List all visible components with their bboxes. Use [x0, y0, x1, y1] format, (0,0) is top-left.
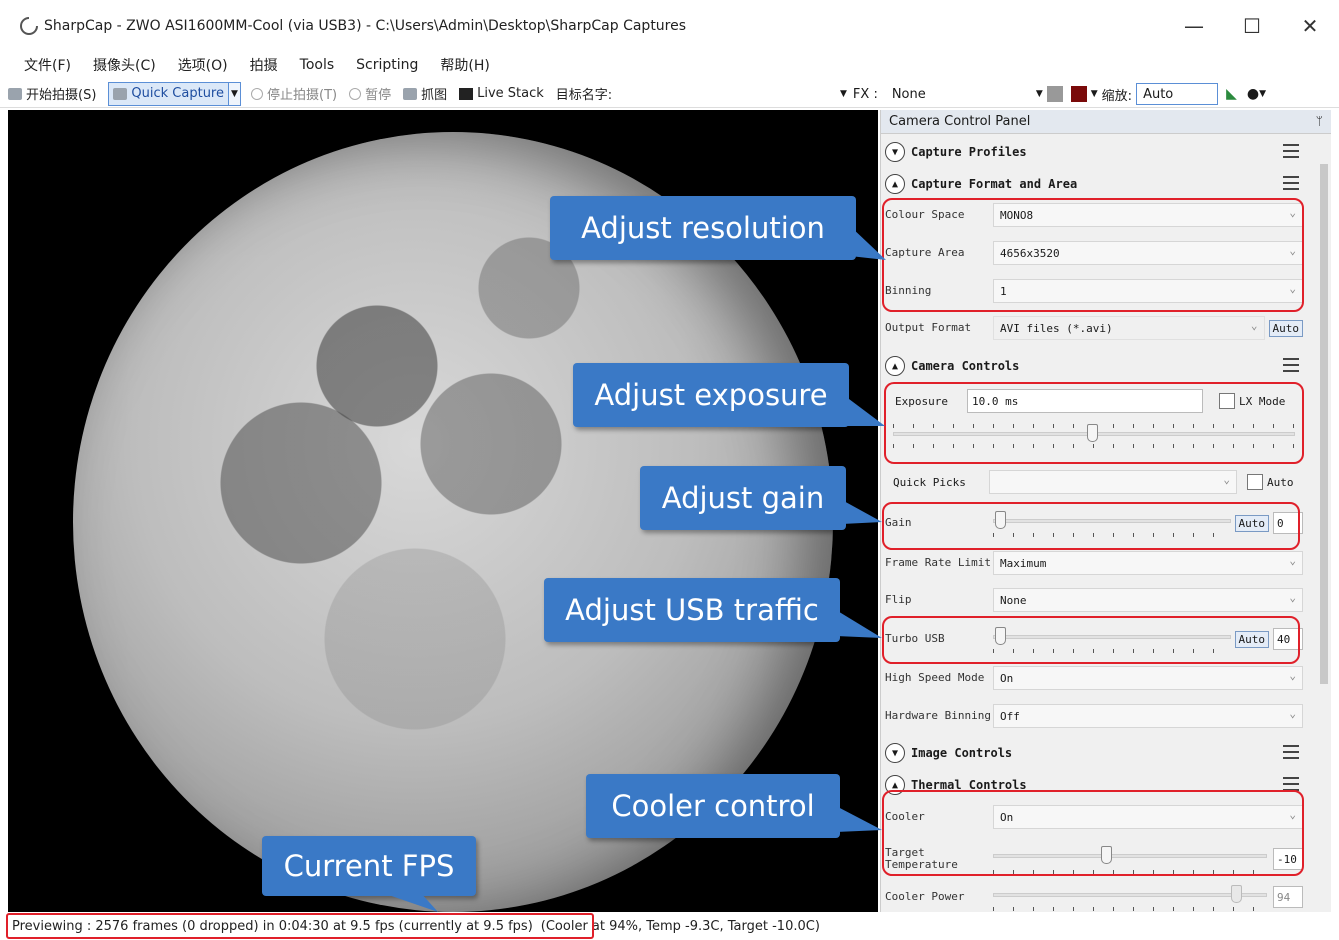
menu-options[interactable]: 选项(O) — [178, 55, 228, 75]
sharpcap-logo-icon — [20, 17, 38, 35]
start-capture-button[interactable]: 开始拍摄(S) — [8, 84, 96, 103]
output-format-row: Output Format AVI files (*.avi) Auto — [885, 313, 1303, 343]
fx-label: FX : — [852, 86, 878, 102]
quick-picks-auto-toggle[interactable]: Auto — [1247, 474, 1294, 490]
close-button[interactable]: ✕ — [1281, 0, 1339, 52]
menu-camera[interactable]: 摄像头(C) — [93, 55, 156, 75]
output-format-auto-button[interactable]: Auto — [1268, 319, 1303, 337]
snapshot-button[interactable]: 抓图 — [403, 84, 447, 103]
camera-icon — [113, 87, 128, 100]
menu-icon[interactable] — [1283, 358, 1299, 372]
toolbar: 开始拍摄(S) Quick Capture ▼ 停止拍摄(T) 暂停 抓图 Li… — [0, 80, 1339, 108]
chevron-down-icon[interactable]: ▼ — [1091, 89, 1098, 99]
frame-rate-select[interactable]: Maximum — [993, 551, 1303, 575]
stop-icon — [251, 87, 263, 100]
section-capture-format[interactable]: ▲ Capture Format and Area — [885, 170, 1305, 198]
highlight-cooler — [882, 790, 1304, 876]
callout-tail-fps — [380, 892, 438, 912]
collapse-icon[interactable]: ▲ — [885, 356, 905, 376]
callout-tail-exposure — [845, 396, 885, 426]
title-bar: SharpCap - ZWO ASI1600MM-Cool (via USB3)… — [0, 0, 1339, 52]
color-swatch-icon[interactable] — [1070, 86, 1087, 102]
output-format-select[interactable]: AVI files (*.avi) — [993, 316, 1265, 340]
callout-tail-cooler — [836, 806, 882, 832]
collapse-icon[interactable]: ▲ — [885, 174, 905, 194]
quick-picks-select[interactable] — [989, 470, 1237, 494]
callout-adjust-gain: Adjust gain — [640, 466, 846, 530]
expand-icon[interactable]: ▼ — [885, 142, 905, 162]
highlight-gain — [882, 502, 1300, 550]
callout-adjust-resolution: Adjust resolution — [550, 196, 856, 260]
callout-tail-gain — [842, 500, 882, 524]
menu-bar: 文件(F) 摄像头(C) 选项(O) 拍摄 Tools Scripting 帮助… — [0, 52, 1339, 78]
callout-adjust-usb-traffic: Adjust USB traffic — [544, 578, 840, 642]
quick-capture-dropdown[interactable]: ▼ — [229, 81, 241, 106]
quick-capture-button[interactable]: Quick Capture — [108, 81, 229, 106]
window-title: SharpCap - ZWO ASI1600MM-Cool (via USB3)… — [44, 18, 687, 34]
menu-tools[interactable]: Tools — [300, 57, 335, 73]
menu-help[interactable]: 帮助(H) — [440, 55, 489, 75]
menu-scripting[interactable]: Scripting — [356, 57, 418, 73]
highlight-resolution — [882, 198, 1304, 312]
chart-icon[interactable]: ◣ — [1226, 86, 1237, 102]
snapshot-icon — [403, 87, 418, 100]
expand-icon[interactable]: ▼ — [885, 743, 905, 763]
quick-picks-row: Quick Picks Auto — [893, 467, 1303, 497]
section-capture-profiles[interactable]: ▼ Capture Profiles — [885, 138, 1305, 166]
menu-icon[interactable] — [1283, 176, 1299, 190]
histogram-icon[interactable] — [1046, 86, 1063, 102]
callout-tail-usb — [836, 610, 882, 638]
flip-row: Flip None — [885, 585, 1303, 615]
highlight-exposure — [884, 382, 1304, 464]
zoom-label: 缩放: — [1101, 88, 1133, 104]
maximize-button[interactable]: ☐ — [1223, 0, 1281, 52]
pause-icon — [349, 87, 362, 100]
menu-icon[interactable] — [1283, 144, 1299, 158]
film-icon — [459, 87, 474, 100]
flip-select[interactable]: None — [993, 588, 1303, 612]
zoom-select[interactable]: Auto — [1136, 83, 1219, 105]
pause-button[interactable]: 暂停 — [349, 84, 391, 103]
pin-icon[interactable]: ᛘ — [1316, 114, 1323, 128]
callout-tail-resolution — [850, 226, 886, 260]
callout-current-fps: Current FPS — [262, 836, 476, 896]
chevron-down-icon[interactable]: ▼ — [1036, 89, 1043, 99]
menu-icon[interactable] — [1283, 745, 1299, 759]
menu-icon[interactable] — [1283, 777, 1299, 791]
menu-file[interactable]: 文件(F) — [24, 55, 71, 75]
section-image-controls[interactable]: ▼ Image Controls — [885, 739, 1305, 767]
panel-scrollbar[interactable] — [1317, 134, 1331, 912]
chevron-down-icon[interactable]: ▼ — [1259, 89, 1266, 99]
magnifier-icon[interactable]: ● — [1247, 86, 1259, 102]
section-camera-controls[interactable]: ▲ Camera Controls — [885, 352, 1305, 380]
camera-icon — [8, 87, 22, 100]
callout-cooler-control: Cooler control — [586, 774, 840, 838]
frame-rate-row: Frame Rate Limit Maximum — [885, 548, 1303, 578]
live-stack-button[interactable]: Live Stack — [459, 86, 544, 101]
callout-adjust-exposure: Adjust exposure — [573, 363, 849, 427]
panel-title: Camera Control Panel — [889, 114, 1031, 129]
panel-scroll-thumb[interactable] — [1320, 164, 1328, 684]
hardware-binning-row: Hardware Binning Off — [885, 701, 1303, 731]
stop-capture-button[interactable]: 停止拍摄(T) — [251, 84, 337, 103]
panel-header: Camera Control Panel ᛘ — [881, 110, 1331, 134]
window-controls: — ☐ ✕ — [1165, 0, 1339, 52]
target-name-label: 目标名字: — [555, 88, 613, 103]
high-speed-select[interactable]: On — [993, 666, 1303, 690]
menu-capture[interactable]: 拍摄 — [250, 55, 278, 75]
cooler-power-slider-thumb — [1231, 885, 1242, 903]
fx-toolbar-group: ▼ FX : None ▼ ▼ 缩放: Auto ◣ ● ▼ — [840, 80, 1266, 108]
highlight-usb — [882, 616, 1300, 664]
cooler-power-slider — [993, 883, 1267, 911]
hardware-binning-select[interactable]: Off — [993, 704, 1303, 728]
cooler-power-value: 94 — [1273, 886, 1303, 908]
quick-picks-auto-checkbox[interactable] — [1247, 474, 1263, 490]
highlight-fps — [6, 913, 594, 939]
high-speed-row: High Speed Mode On — [885, 663, 1303, 693]
cooler-power-row: Cooler Power 94 — [885, 882, 1303, 912]
chevron-down-icon[interactable]: ▼ — [840, 89, 847, 99]
minimize-button[interactable]: — — [1165, 0, 1223, 52]
fx-select[interactable]: None — [885, 83, 1036, 105]
